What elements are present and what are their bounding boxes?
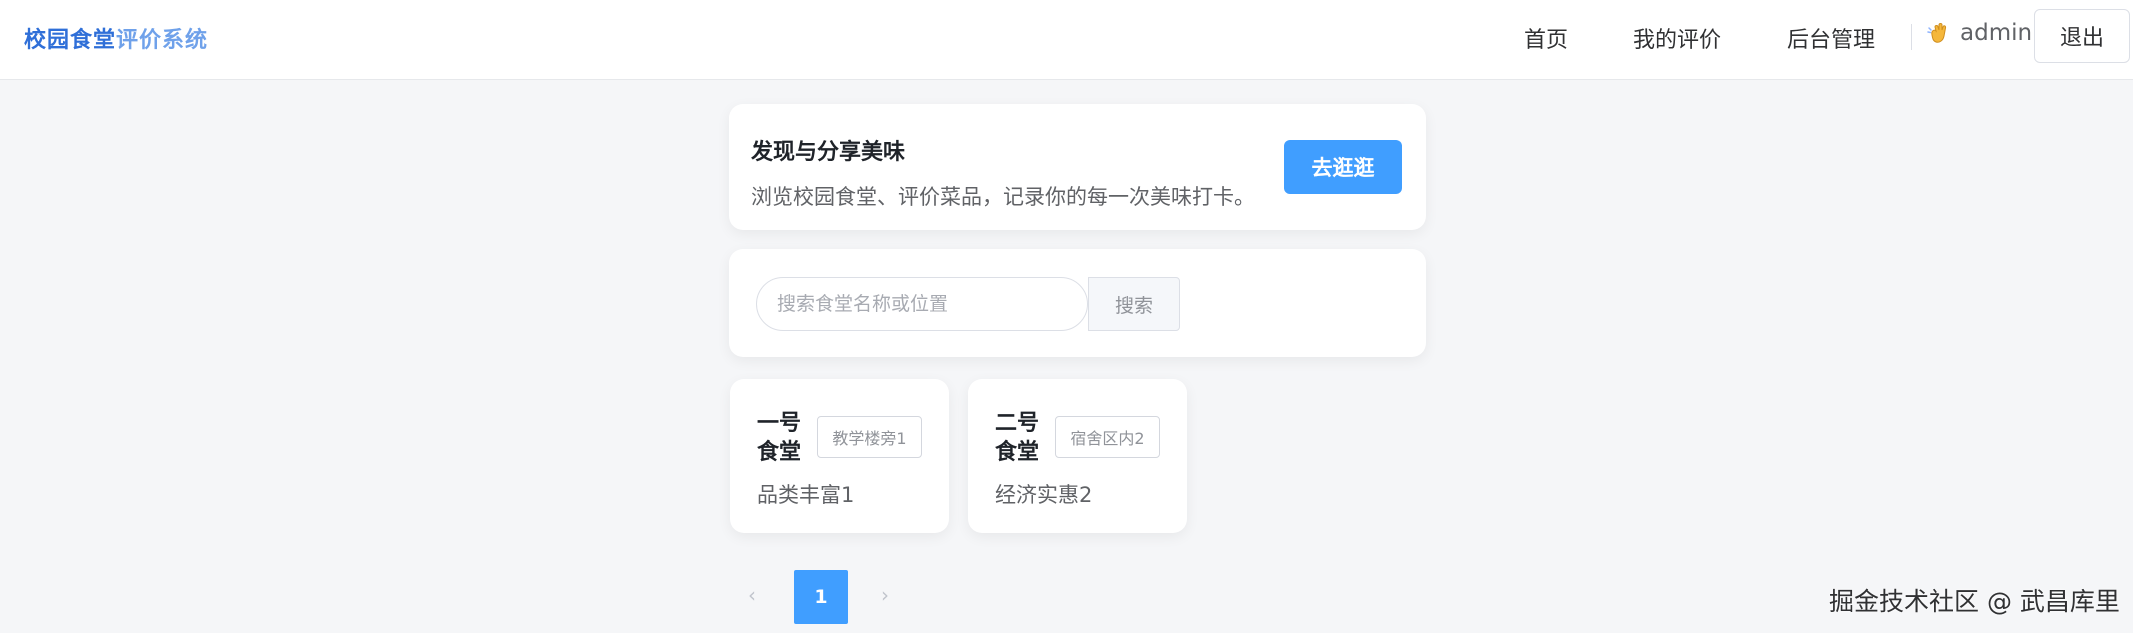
waving-hand-icon: [1927, 23, 1947, 43]
nav-divider: [1911, 24, 1912, 50]
canteen-card-2[interactable]: 二号食堂 宿舍区内2 经济实惠2: [968, 379, 1187, 533]
brand-title[interactable]: 校园食堂评价系统: [24, 22, 208, 54]
nav-my-reviews[interactable]: 我的评价: [1633, 22, 1721, 54]
logout-button[interactable]: 退出: [2034, 9, 2130, 63]
search-input[interactable]: [756, 277, 1088, 331]
pagination-page-1[interactable]: 1: [794, 570, 848, 624]
canteen-name: 二号食堂: [995, 411, 1040, 465]
user-info: admin: [1926, 20, 2032, 46]
nav-admin[interactable]: 后台管理: [1787, 22, 1875, 54]
hero-title: 发现与分享美味: [751, 140, 906, 165]
nav-home[interactable]: 首页: [1524, 22, 1568, 54]
canteen-card-1[interactable]: 一号食堂 教学楼旁1 品类丰富1: [730, 379, 949, 533]
canteen-description: 经济实惠2: [995, 483, 1093, 507]
hero-card: 发现与分享美味 浏览校园食堂、评价菜品，记录你的每一次美味打卡。 去逛逛: [729, 104, 1426, 230]
canteen-location-tag: 宿舍区内2: [1055, 416, 1160, 458]
username: admin: [1960, 20, 2033, 46]
hero-subtitle: 浏览校园食堂、评价菜品，记录你的每一次美味打卡。: [751, 185, 1255, 209]
explore-button[interactable]: 去逛逛: [1284, 140, 1402, 194]
search-card: 搜索: [729, 249, 1426, 357]
watermark: 掘金技术社区 @ 武昌库里: [1829, 587, 2120, 616]
top-header: 校园食堂评价系统 首页 我的评价 后台管理 admin 退出: [0, 0, 2133, 80]
canteen-description: 品类丰富1: [757, 483, 855, 507]
canteen-location-tag: 教学楼旁1: [817, 416, 922, 458]
chevron-right-icon[interactable]: ›: [881, 583, 889, 607]
brand-title-part1: 校园食堂: [24, 28, 117, 53]
brand-title-part2: 评价系统: [116, 28, 209, 53]
chevron-left-icon[interactable]: ‹: [748, 583, 756, 607]
canteen-name: 一号食堂: [757, 411, 802, 465]
search-button[interactable]: 搜索: [1088, 277, 1180, 331]
